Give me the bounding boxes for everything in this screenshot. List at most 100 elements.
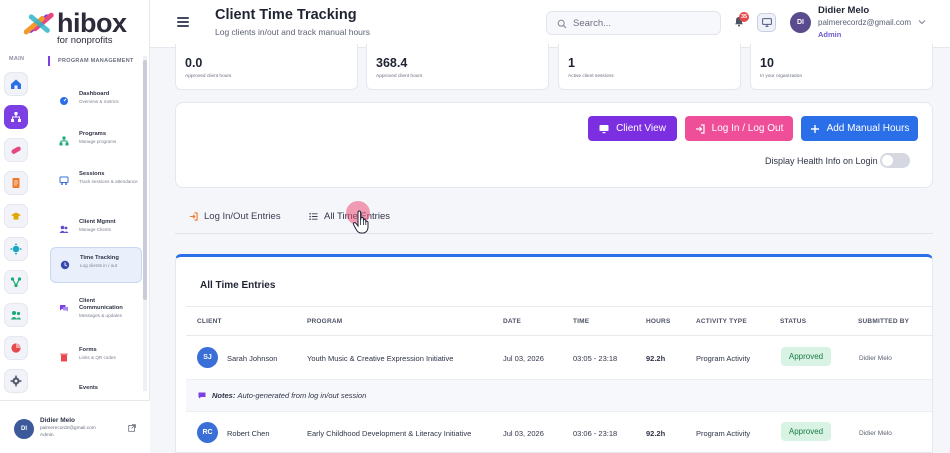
sidebar-item-label: Events	[79, 385, 99, 391]
program-name: Youth Music & Creative Expression Initia…	[307, 354, 454, 363]
gear-icon	[10, 375, 22, 387]
rail-label: MAIN	[9, 56, 25, 62]
graduation-cap-icon	[11, 212, 21, 220]
stat-card: 10 In your organization	[750, 44, 933, 90]
pie-chart-icon	[11, 343, 21, 353]
home-icon	[11, 79, 21, 89]
sidebar-item-client-communication[interactable]: Client Communication Messages & updates	[50, 291, 142, 327]
sidebar-item-label: Sessions	[79, 171, 105, 177]
sidebar-item-forms[interactable]: Forms Links & QR codes	[50, 340, 142, 376]
avatar: SJ	[197, 347, 218, 368]
menu-toggle-icon[interactable]	[177, 17, 189, 27]
rail-programs-button[interactable]	[4, 105, 28, 129]
submitted-by: Didier Melo	[859, 355, 892, 362]
rail-settings-button[interactable]	[4, 369, 28, 393]
sidebar-item-programs[interactable]: Programs Manage programs	[50, 124, 142, 160]
program-nav: PROGRAM MANAGEMENT Dashboard Overview & …	[38, 48, 150, 398]
log-in-out-button[interactable]: Log In / Log Out	[685, 116, 793, 141]
toggle-knob	[882, 155, 893, 166]
column-header: TIME	[573, 318, 590, 325]
table-title: All Time Entries	[200, 280, 276, 291]
capsule-icon	[11, 146, 21, 154]
sidebar-item-events[interactable]: Events	[50, 378, 142, 398]
client-name: Robert Chen	[227, 429, 270, 438]
stat-value: 1	[568, 56, 575, 70]
table-row[interactable]: SJ Sarah Johnson Youth Music & Creative …	[186, 337, 932, 380]
rail-receipt-button[interactable]	[4, 171, 28, 195]
sidebar-item-sub: Messages & updates	[79, 313, 122, 318]
column-header: SUBMITTED BY	[858, 318, 910, 325]
screen-users-icon	[59, 176, 69, 185]
submitted-by: Didier Melo	[859, 430, 892, 437]
rail-reports-button[interactable]	[4, 336, 28, 360]
users-icon	[10, 311, 22, 320]
virus-icon	[10, 243, 22, 255]
user-name: Didier Melo	[40, 417, 76, 424]
sidebar-item-label: Dashboard	[79, 91, 110, 97]
entry-notes: Notes: Auto-generated from log in/out se…	[186, 380, 932, 412]
stat-value: 0.0	[185, 56, 203, 70]
monitor-icon	[761, 18, 772, 27]
external-link-icon[interactable]	[128, 424, 136, 432]
user-email: palmerecordz@gmail.com	[818, 18, 912, 27]
top-header: Client Time Tracking Log clients in/out …	[150, 0, 950, 48]
sidebar-item-sessions[interactable]: Sessions Track sessions & attendance	[50, 164, 142, 200]
stat-label: Active client sessions	[568, 74, 614, 79]
chat-icon	[60, 305, 68, 312]
table-header: CLIENT PROGRAM DATE TIME HOURS ACTIVITY …	[186, 306, 932, 336]
sidebar-scrollbar[interactable]	[143, 56, 147, 391]
sidebar-item-sub: Log clients in / out	[80, 263, 118, 268]
sidebar: hibox for nonprofits MAIN PROGRAM MANAGE…	[0, 0, 150, 453]
rail-home-button[interactable]	[4, 72, 28, 96]
status-badge: Approved	[781, 422, 831, 441]
sidebar-user-card: DI Didier Melo palmerecordz@gmail.com Ad…	[0, 400, 150, 453]
rail-users-button[interactable]	[4, 303, 28, 327]
tab-log-in-out-entries[interactable]: Log In/Out Entries	[189, 211, 281, 222]
client-name: Sarah Johnson	[227, 354, 278, 363]
health-info-toggle[interactable]	[880, 153, 910, 168]
add-manual-hours-button[interactable]: Add Manual Hours	[801, 116, 918, 141]
stat-value: 368.4	[376, 56, 408, 70]
client-view-button[interactable]: Client View	[588, 116, 677, 141]
avatar[interactable]: DI	[790, 12, 811, 33]
search-icon	[557, 19, 567, 29]
rail-education-button[interactable]	[4, 204, 28, 228]
notes-label: Notes:	[212, 391, 236, 400]
dashboard-icon	[60, 97, 68, 105]
sidebar-item-sub: Manage Clients	[79, 227, 111, 232]
activity-type: Program Activity	[696, 429, 751, 438]
receipt-icon	[12, 178, 20, 188]
search-input[interactable]: Search...	[546, 11, 721, 35]
rail-flow-button[interactable]	[4, 270, 28, 294]
plus-icon	[810, 124, 819, 133]
sidebar-item-client-mgmnt[interactable]: Client Mgmnt Manage Clients	[50, 212, 142, 248]
stat-card: 0.0 Approved client hours	[175, 44, 358, 90]
column-header: DATE	[503, 318, 522, 325]
sign-in-icon	[695, 123, 705, 134]
avatar: RC	[197, 422, 218, 443]
entry-hours: 92.2h	[646, 354, 666, 363]
table-row[interactable]: RC Robert Chen Early Childhood Developme…	[186, 412, 932, 452]
rail-virus-button[interactable]	[4, 237, 28, 261]
entries-tabs: Log In/Out Entries All Time Entries	[175, 204, 933, 234]
rail-pill-button[interactable]	[4, 138, 28, 162]
brand-logo[interactable]: hibox for nonprofits	[24, 8, 134, 46]
clock-icon	[60, 260, 70, 270]
sidebar-item-dashboard[interactable]: Dashboard Overview & metrics	[50, 84, 142, 120]
column-header: STATUS	[780, 318, 807, 325]
display-mode-button[interactable]	[757, 13, 776, 32]
icon-rail: MAIN	[0, 48, 32, 398]
monitor-icon	[599, 124, 609, 133]
sitemap-icon	[11, 112, 21, 122]
sidebar-item-time-tracking[interactable]: Time Tracking Log clients in / out	[50, 247, 142, 283]
sidebar-item-label: Forms	[79, 347, 97, 353]
sitemap-icon	[59, 136, 69, 146]
sign-in-icon	[189, 212, 198, 221]
sidebar-item-label: Client Mgmnt	[79, 219, 116, 225]
search-placeholder: Search...	[573, 18, 612, 29]
scrollbar-thumb[interactable]	[143, 60, 147, 300]
chevron-down-icon[interactable]	[918, 19, 926, 25]
stat-card: 368.4 Approved client hours	[366, 44, 549, 90]
sidebar-item-sub: Overview & metrics	[79, 99, 119, 104]
trash-icon	[60, 353, 68, 362]
